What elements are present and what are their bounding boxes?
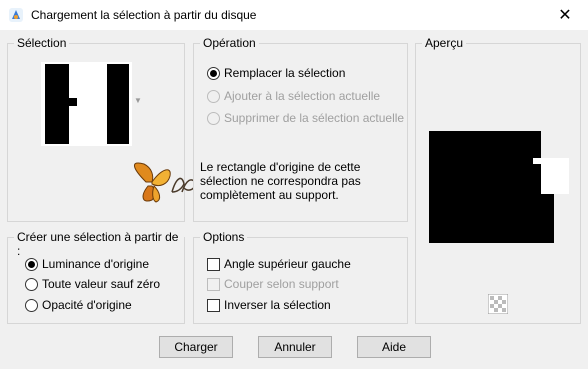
radio-source-opacity[interactable]: Opacité d'origine — [25, 298, 132, 312]
radio-button[interactable] — [25, 257, 38, 271]
title-bar: Chargement la sélection à partir du disq… — [0, 0, 588, 30]
radio-button[interactable] — [25, 298, 38, 312]
chevron-down-icon[interactable]: ▼ — [134, 96, 142, 105]
load-button[interactable]: Charger — [159, 336, 233, 358]
radio-subtract-selection[interactable]: Supprimer de la sélection actuelle — [207, 111, 404, 125]
checkbox-crop-to-canvas[interactable]: Couper selon support — [207, 277, 339, 291]
checkbox-label: Inverser la sélection — [224, 298, 331, 312]
radio-replace-selection[interactable]: Remplacer la sélection — [207, 66, 345, 80]
checkbox-label: Couper selon support — [224, 277, 339, 291]
radio-any-nonzero[interactable]: Toute valeur sauf zéro — [25, 277, 160, 291]
info-message: Le rectangle d'origine de cette sélectio… — [200, 160, 361, 202]
radio-button[interactable] — [207, 66, 220, 80]
selection-thumbnail-image — [41, 62, 132, 146]
radio-label: Supprimer de la sélection actuelle — [224, 111, 405, 125]
help-button[interactable]: Aide — [357, 336, 431, 358]
preview-group: Aperçu — [415, 36, 581, 324]
close-icon: ✕ — [558, 7, 572, 24]
preview-group-label: Aperçu — [422, 36, 467, 50]
radio-label: Luminance d'origine — [42, 257, 150, 271]
close-button[interactable]: ✕ — [542, 0, 588, 30]
checkerboard-icon[interactable] — [488, 294, 508, 314]
preview-image — [429, 131, 569, 243]
butterfly-watermark-icon — [134, 162, 197, 203]
checkbox-top-left-corner[interactable]: Angle supérieur gauche — [207, 257, 351, 271]
radio-source-luminance[interactable]: Luminance d'origine — [25, 257, 149, 271]
options-group-label: Options — [200, 230, 248, 244]
selection-group-label: Sélection — [14, 36, 70, 50]
cancel-button[interactable]: Annuler — [258, 336, 332, 358]
selection-thumbnail[interactable] — [41, 62, 132, 146]
radio-add-selection[interactable]: Ajouter à la sélection actuelle — [207, 89, 380, 103]
radio-label: Remplacer la sélection — [224, 66, 346, 80]
radio-button[interactable] — [25, 277, 38, 291]
checkbox-invert-selection[interactable]: Inverser la sélection — [207, 298, 331, 312]
checkbox-label: Angle supérieur gauche — [224, 257, 351, 271]
radio-label: Ajouter à la sélection actuelle — [224, 89, 381, 103]
window-title: Chargement la sélection à partir du disq… — [31, 8, 257, 22]
radio-button[interactable] — [207, 111, 220, 125]
checkbox[interactable] — [207, 277, 220, 291]
radio-label: Toute valeur sauf zéro — [42, 277, 161, 291]
radio-button[interactable] — [207, 89, 220, 103]
create-selection-group-label: Créer une sélection à partir de : — [14, 230, 184, 258]
radio-label: Opacité d'origine — [42, 298, 132, 312]
checkbox[interactable] — [207, 257, 220, 271]
checkbox[interactable] — [207, 298, 220, 312]
operation-group-label: Opération — [200, 36, 259, 50]
app-logo-icon — [9, 8, 23, 22]
